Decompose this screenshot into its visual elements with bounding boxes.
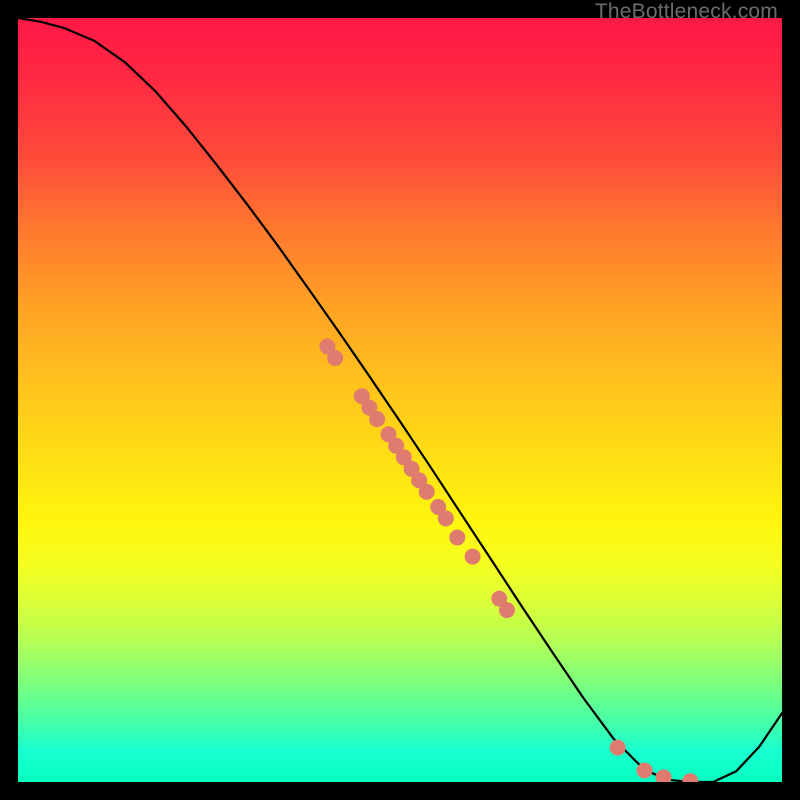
highlight-dot — [438, 510, 454, 526]
highlight-dot — [369, 411, 385, 427]
highlight-dot — [610, 740, 626, 756]
highlight-dots — [319, 339, 698, 783]
highlight-dot — [682, 773, 698, 782]
highlight-dot — [449, 530, 465, 546]
highlight-dot — [419, 484, 435, 500]
highlight-dot — [637, 763, 653, 779]
highlight-dot — [327, 350, 343, 366]
highlight-dot — [465, 549, 481, 565]
chart-stage: TheBottleneck.com — [0, 0, 800, 800]
highlight-dot — [656, 769, 672, 782]
chart-overlay — [18, 18, 782, 782]
plot-area — [18, 18, 782, 782]
bottleneck-curve — [18, 18, 782, 782]
highlight-dot — [499, 602, 515, 618]
